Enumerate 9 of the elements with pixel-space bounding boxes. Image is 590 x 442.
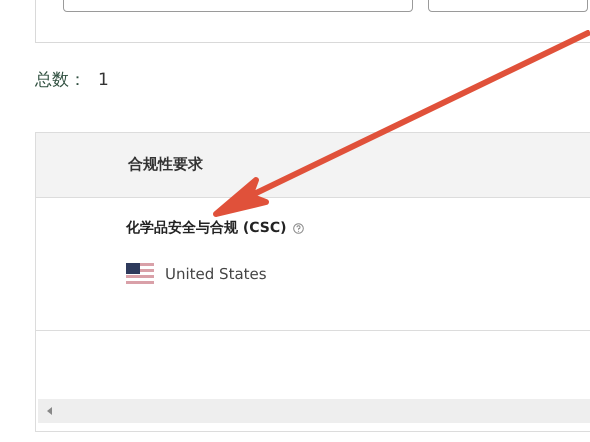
total-count: 1 bbox=[98, 69, 109, 92]
column-header: 合规性要求 bbox=[128, 154, 203, 176]
requirement-name: 化学品安全与合规 (CSC) bbox=[126, 218, 287, 238]
country-name: United States bbox=[165, 264, 267, 284]
flag-icon bbox=[126, 263, 154, 284]
scroll-left-icon[interactable] bbox=[47, 406, 53, 414]
help-icon[interactable] bbox=[292, 222, 304, 234]
total-label: 总数： bbox=[35, 69, 86, 92]
horizontal-scrollbar[interactable] bbox=[38, 398, 590, 422]
